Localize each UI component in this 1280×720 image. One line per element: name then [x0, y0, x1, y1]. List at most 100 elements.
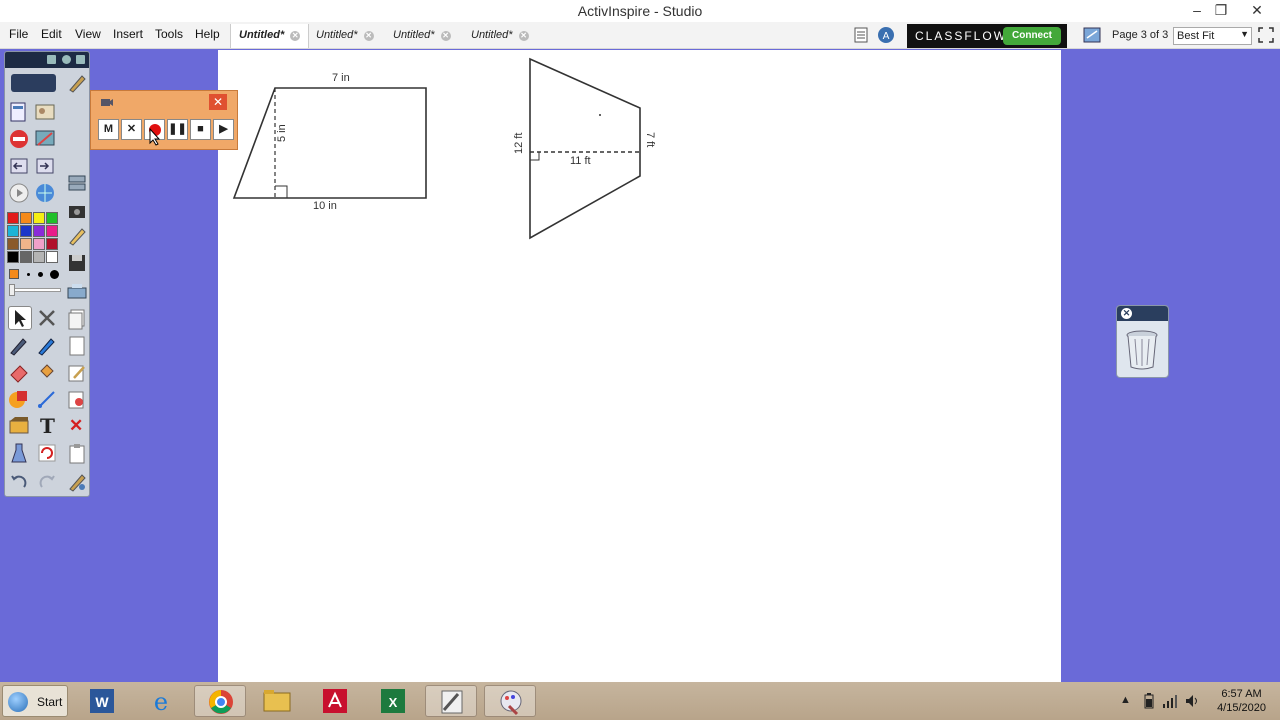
previous-page-icon[interactable] [8, 155, 30, 177]
menu-file[interactable]: File [9, 27, 28, 41]
connector-icon[interactable] [36, 388, 58, 410]
main-menu-button[interactable] [11, 74, 56, 92]
color-swatch-white[interactable] [46, 251, 58, 263]
color-swatch-cyan[interactable] [7, 225, 19, 237]
trapezoid-figure-1[interactable] [232, 87, 427, 199]
volume-icon[interactable] [1184, 693, 1200, 709]
switch-profile-icon[interactable] [66, 72, 88, 94]
taskbar-internet-explorer[interactable]: e [135, 685, 187, 717]
zoom-select[interactable]: Best Fit ▼ [1173, 27, 1252, 45]
tab-close-icon[interactable]: ✕ [518, 31, 529, 41]
tab-close-icon[interactable]: ✕ [440, 31, 451, 41]
tools-icon[interactable] [36, 307, 58, 329]
trash-can-widget[interactable]: ✕ [1116, 305, 1169, 378]
web-browser-icon[interactable] [34, 182, 56, 204]
page-reset-icon[interactable] [66, 172, 88, 194]
fill-tool-icon[interactable] [36, 361, 58, 383]
color-swatch-black[interactable] [7, 251, 19, 263]
pen-width-large[interactable] [50, 270, 59, 279]
fullscreen-icon[interactable] [1257, 26, 1275, 44]
clipboard-icon[interactable] [66, 443, 88, 465]
new-flipchart-icon[interactable] [8, 101, 30, 123]
slider-handle[interactable] [9, 284, 15, 296]
color-swatch-magenta[interactable] [46, 225, 58, 237]
screen-recorder-toolbar[interactable]: ✕ M ✕ ❚❚ ■ ▶ [90, 90, 238, 150]
color-swatch-dark-red[interactable] [46, 238, 58, 250]
main-toolbox[interactable]: T ✕ [4, 51, 90, 497]
show-hidden-icons[interactable]: ▲ [1120, 694, 1131, 706]
page-browser-icon[interactable] [852, 26, 870, 44]
restore-button[interactable]: ❐ [1204, 0, 1238, 20]
recorder-close-button[interactable]: ✕ [209, 94, 227, 110]
taskbar-chrome[interactable] [194, 685, 246, 717]
toolbox-menu-icon[interactable] [47, 55, 56, 64]
spotlight-icon[interactable] [8, 442, 30, 464]
pen-width-slider[interactable] [9, 284, 61, 296]
menu-tools[interactable]: Tools [155, 27, 183, 41]
no-entry-icon[interactable] [8, 128, 30, 150]
menu-edit[interactable]: Edit [41, 27, 62, 41]
menu-view[interactable]: View [75, 27, 101, 41]
color-swatch-blue[interactable] [20, 225, 32, 237]
save-icon[interactable] [66, 252, 88, 274]
taskbar-acrobat[interactable] [309, 685, 361, 717]
battery-icon[interactable] [1143, 693, 1155, 709]
menu-insert[interactable]: Insert [113, 27, 143, 41]
system-clock[interactable]: 6:57 AM 4/15/2020 [1217, 687, 1266, 715]
next-page-icon[interactable] [34, 155, 56, 177]
pen-width-selector[interactable] [7, 267, 63, 281]
pen-tool-icon[interactable] [66, 225, 88, 247]
customize-icon[interactable] [66, 471, 88, 493]
page-copy-icon[interactable] [66, 308, 88, 330]
activinspire-icon[interactable]: A [877, 26, 895, 44]
trapezoid-figure-2[interactable] [529, 57, 641, 240]
recorder-menu-button[interactable]: M [98, 119, 119, 140]
eraser-icon[interactable] [8, 361, 30, 383]
toolbox-pin-icon[interactable] [76, 55, 85, 64]
color-swatch-peach[interactable] [20, 238, 32, 250]
taskbar-file-explorer[interactable] [251, 685, 303, 717]
color-swatch-orange[interactable] [20, 212, 32, 224]
pen-width-medium[interactable] [38, 272, 43, 277]
flipchart-tab-3[interactable]: Untitled* ✕ [385, 24, 459, 48]
flipchart-tab-1[interactable]: Untitled* ✕ [230, 24, 310, 48]
page-zoom-icon[interactable] [66, 389, 88, 411]
color-swatch-red[interactable] [7, 212, 19, 224]
menu-help[interactable]: Help [195, 27, 220, 41]
clipart-icon[interactable] [8, 415, 30, 437]
color-swatch-green[interactable] [46, 212, 58, 224]
color-swatch-purple[interactable] [33, 225, 45, 237]
tab-close-icon[interactable]: ✕ [363, 31, 374, 41]
toolbox-collapse-icon[interactable] [62, 55, 71, 64]
play-media-icon[interactable] [8, 182, 30, 204]
taskbar-excel[interactable]: X [367, 685, 419, 717]
delete-icon[interactable]: ✕ [69, 416, 83, 436]
screen-shade-icon[interactable] [34, 128, 56, 150]
color-swatch-brown[interactable] [7, 238, 19, 250]
toolbox-header[interactable] [5, 52, 89, 68]
recorder-stop-button[interactable]: ■ [190, 119, 211, 140]
classflow-connect-button[interactable]: Connect [1003, 27, 1061, 45]
reset-page-icon[interactable] [36, 442, 58, 464]
shape-tool-icon[interactable] [8, 388, 30, 410]
color-swatch-gray[interactable] [20, 251, 32, 263]
recorder-play-button[interactable]: ▶ [213, 119, 234, 140]
signal-icon[interactable] [1162, 693, 1178, 709]
recorder-cancel-button[interactable]: ✕ [121, 119, 142, 140]
close-window-button[interactable]: ✕ [1240, 0, 1274, 20]
trash-close-icon[interactable]: ✕ [1121, 308, 1132, 319]
color-swatch-light-gray[interactable] [33, 251, 45, 263]
desktop-annotate-icon[interactable] [1083, 26, 1101, 44]
flipchart-tab-2[interactable]: Untitled* ✕ [308, 24, 382, 48]
pen-icon[interactable] [8, 334, 30, 356]
start-button[interactable]: Start [2, 685, 68, 717]
resource-browser-icon[interactable] [34, 101, 56, 123]
highlighter-icon[interactable] [36, 334, 58, 356]
taskbar-word[interactable]: W [76, 685, 128, 717]
text-tool-icon[interactable]: T [40, 414, 55, 438]
recorder-pause-button[interactable]: ❚❚ [167, 119, 188, 140]
undo-icon[interactable] [8, 470, 30, 492]
blank-page-icon[interactable] [66, 335, 88, 357]
tab-close-icon[interactable]: ✕ [290, 31, 301, 41]
flipchart-tab-4[interactable]: Untitled* ✕ [463, 24, 537, 48]
